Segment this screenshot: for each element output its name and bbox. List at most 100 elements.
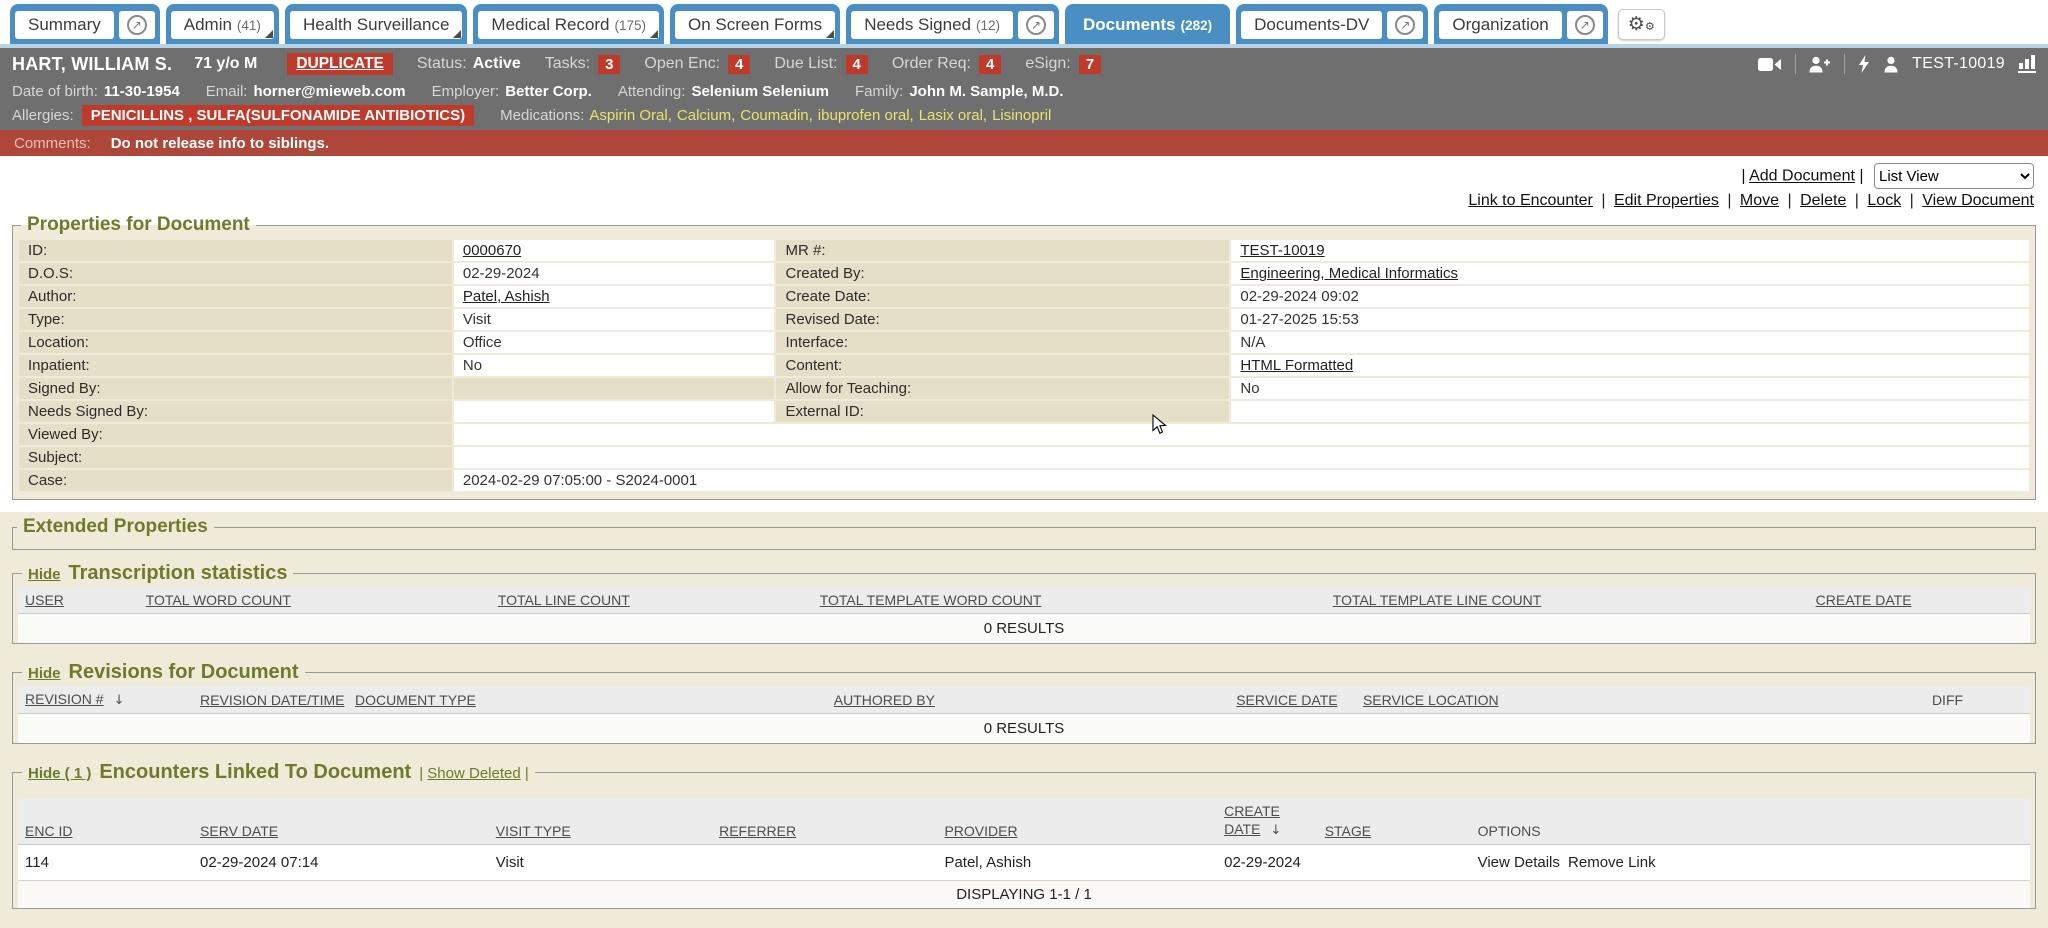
- tab-count: (175): [615, 18, 647, 33]
- action-move[interactable]: Move: [1740, 192, 1779, 209]
- column-header-total-word-count[interactable]: TOTAL WORD COUNT: [139, 587, 491, 614]
- medication-link-lasix-oral[interactable]: Lasix oral,: [919, 107, 987, 124]
- counter-badge-open-enc[interactable]: 4: [728, 55, 750, 74]
- table-header-row: ENC IDSERV DATEVISIT TYPE REFERRER PROVIDE…: [18, 798, 2030, 844]
- counter-badge-tasks[interactable]: 3: [598, 55, 620, 74]
- property-value: 02-29-2024: [454, 263, 775, 284]
- counter-label-open-enc: Open Enc:: [644, 55, 720, 73]
- tab-summary[interactable]: Summary↗: [10, 4, 160, 44]
- action-link-to-encounter[interactable]: Link to Encounter: [1468, 192, 1593, 209]
- column-header-authored-by[interactable]: AUTHORED BY: [827, 686, 1229, 714]
- tab-health-surveillance[interactable]: Health Surveillance: [285, 4, 467, 44]
- comments-text: Do not release info to siblings.: [111, 135, 329, 152]
- popout-arrow-icon: ↗: [1575, 15, 1595, 35]
- property-value: [454, 447, 2029, 468]
- property-value-link[interactable]: 0000670: [463, 242, 521, 259]
- hide-encounters-link[interactable]: Hide ( 1 ): [28, 765, 91, 782]
- encounters-title: Encounters Linked To Document: [99, 761, 411, 784]
- property-label: Created By:: [776, 263, 1229, 284]
- tab-popout-button[interactable]: ↗: [1567, 11, 1603, 39]
- user-icon[interactable]: [1883, 56, 1899, 73]
- table-cell: [712, 844, 937, 880]
- video-camera-icon[interactable]: [1758, 57, 1782, 72]
- table-header-row: USERTOTAL WORD COUNTTOTAL LINE COUNTTOTA…: [18, 587, 2030, 614]
- column-header-serv-date[interactable]: SERV DATE: [193, 798, 489, 844]
- tab-popout-button[interactable]: ↗: [1018, 11, 1054, 39]
- counter-badge-esign[interactable]: 7: [1079, 55, 1101, 74]
- property-value: TEST-10019: [1231, 240, 2029, 261]
- add-document-link[interactable]: Add Document: [1749, 168, 1855, 185]
- column-header-revision-date-time[interactable]: REVISION DATE/TIME: [193, 686, 348, 714]
- allergies-row: Allergies: PENICILLINS , SULFA(SULFONAMI…: [12, 103, 2036, 130]
- property-value-link[interactable]: Patel, Ashish: [463, 288, 550, 305]
- property-value-link[interactable]: TEST-10019: [1240, 242, 1324, 259]
- tab-popout-button[interactable]: ↗: [1387, 11, 1423, 39]
- column-header-total-template-line-count[interactable]: TOTAL TEMPLATE LINE COUNT: [1326, 587, 1809, 614]
- column-header-total-line-count[interactable]: TOTAL LINE COUNT: [491, 587, 813, 614]
- column-header-referrer[interactable]: REFERRER: [712, 798, 937, 844]
- column-header-enc-id[interactable]: ENC ID: [18, 798, 193, 844]
- option-remove-link[interactable]: Remove Link: [1568, 854, 1656, 871]
- tab-label: Medical Record: [491, 15, 609, 35]
- medication-link-ibuprofen-oral[interactable]: ibuprofen oral,: [818, 107, 914, 124]
- tab-settings-button[interactable]: ⚙⚙: [1618, 9, 1665, 40]
- property-value-link[interactable]: HTML Formatted: [1240, 357, 1353, 374]
- tab-admin[interactable]: Admin(41): [166, 4, 279, 44]
- property-label: MR #:: [776, 240, 1229, 261]
- duplicate-badge[interactable]: DUPLICATE: [287, 53, 393, 75]
- add-user-icon[interactable]: [1809, 56, 1831, 73]
- action-lock[interactable]: Lock: [1867, 192, 1901, 209]
- hide-transcription-link[interactable]: Hide: [28, 566, 61, 583]
- column-header-diff: DIFF: [1865, 686, 2030, 714]
- counter-badge-due-list[interactable]: 4: [846, 55, 868, 74]
- action-edit-properties[interactable]: Edit Properties: [1614, 192, 1719, 209]
- counter-badge-order-req[interactable]: 4: [979, 55, 1001, 74]
- allergy-badge[interactable]: PENICILLINS , SULFA(SULFONAMIDE ANTIBIOT…: [82, 105, 474, 126]
- property-value: 0000670: [454, 240, 775, 261]
- medication-link-coumadin[interactable]: Coumadin,: [740, 107, 813, 124]
- action-delete[interactable]: Delete: [1800, 192, 1846, 209]
- lightning-icon[interactable]: [1858, 55, 1870, 73]
- column-header-revision[interactable]: REVISION #↓: [18, 686, 193, 714]
- hide-revisions-link[interactable]: Hide: [28, 665, 61, 682]
- property-label: ID:: [19, 240, 452, 261]
- tab-organization[interactable]: Organization↗: [1434, 4, 1607, 44]
- tab-label: Admin: [184, 15, 232, 35]
- action-view-document[interactable]: View Document: [1922, 192, 2034, 209]
- column-header-create-date[interactable]: CREATEDATE↓: [1217, 798, 1318, 844]
- view-mode-select[interactable]: List View: [1874, 163, 2034, 189]
- tab-documents-dv[interactable]: Documents-DV↗: [1236, 4, 1428, 44]
- column-header-label: REFERRER: [719, 823, 796, 839]
- divider: [1795, 54, 1796, 74]
- column-header-stage[interactable]: STAGE: [1318, 798, 1471, 844]
- medication-link-lisinopril[interactable]: Lisinopril: [992, 107, 1051, 124]
- column-header-service-date[interactable]: SERVICE DATE: [1229, 686, 1356, 714]
- column-header-document-type[interactable]: DOCUMENT TYPE: [348, 686, 827, 714]
- property-value-link[interactable]: Engineering, Medical Informatics: [1240, 265, 1458, 282]
- tab-popout-button[interactable]: ↗: [119, 11, 155, 39]
- show-deleted-link[interactable]: Show Deleted: [427, 765, 520, 782]
- tab-needs-signed[interactable]: Needs Signed(12)↗: [846, 4, 1059, 44]
- column-header-create-date[interactable]: CREATE DATE: [1809, 587, 2030, 614]
- table-cell: Patel, Ashish: [937, 844, 1217, 880]
- demographic-family: Family:John M. Sample, M.D.: [855, 83, 1064, 100]
- medication-link-calcium[interactable]: Calcium,: [677, 107, 735, 124]
- column-header-provider[interactable]: PROVIDER: [937, 798, 1217, 844]
- option-view-details[interactable]: View Details: [1478, 854, 1564, 871]
- property-value: Visit: [454, 309, 775, 330]
- demographic-value: Selenium Selenium: [691, 83, 829, 100]
- medication-link-aspirin-oral[interactable]: Aspirin Oral,: [589, 107, 672, 124]
- column-header-user[interactable]: USER: [18, 587, 139, 614]
- column-header-service-location[interactable]: SERVICE LOCATION: [1356, 686, 1865, 714]
- paging-text: DISPLAYING 1-1 / 1: [18, 880, 2030, 908]
- tab-documents[interactable]: Documents(282): [1065, 4, 1230, 44]
- empty-results-text: 0 RESULTS: [18, 614, 2030, 644]
- empty-results-row: 0 RESULTS: [18, 614, 2030, 644]
- tab-on-screen-forms[interactable]: On Screen Forms: [670, 4, 840, 44]
- flowsheet-chart-icon[interactable]: [2018, 55, 2036, 73]
- column-header-visit-type[interactable]: VISIT TYPE: [489, 798, 712, 844]
- column-header-label: SERVICE LOCATION: [1363, 692, 1499, 708]
- column-header-total-template-word-count[interactable]: TOTAL TEMPLATE WORD COUNT: [813, 587, 1326, 614]
- tab-medical-record[interactable]: Medical Record (175): [473, 4, 664, 44]
- property-value: No: [1231, 378, 2029, 399]
